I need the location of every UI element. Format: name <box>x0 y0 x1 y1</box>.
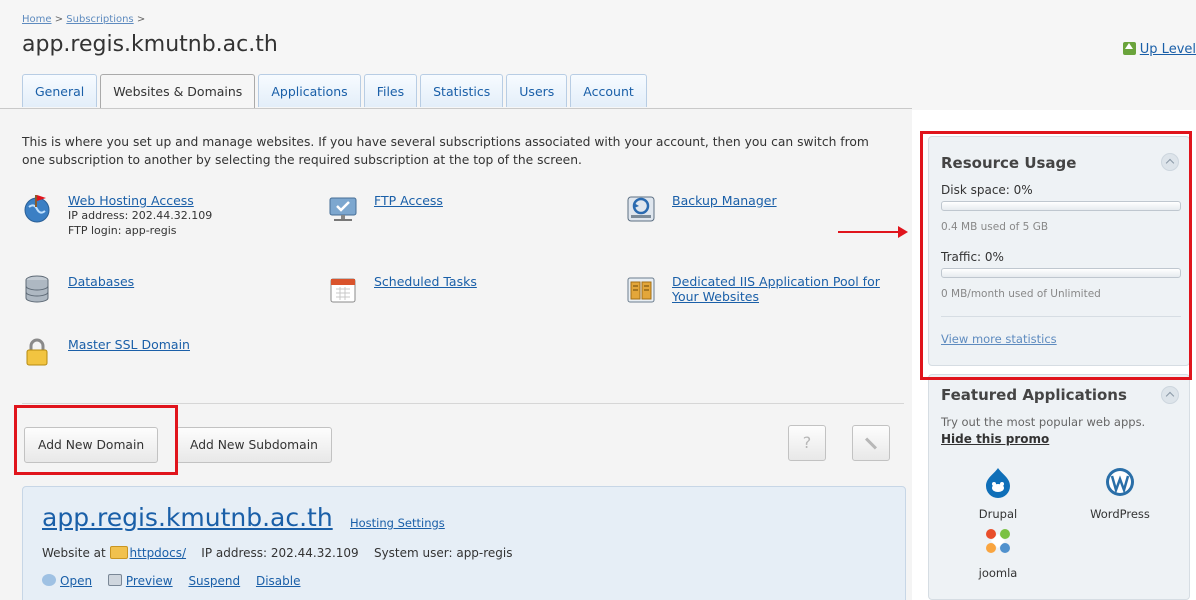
app-drupal[interactable]: Drupal <box>958 466 1038 521</box>
domain-name-link[interactable]: app.regis.kmutnb.ac.th <box>42 503 333 532</box>
app-label: WordPress <box>1090 507 1150 521</box>
drupal-icon <box>986 468 1010 498</box>
globe-flag-icon <box>24 195 50 223</box>
help-button[interactable]: ? <box>788 425 826 461</box>
collapse-icon[interactable] <box>1161 386 1179 404</box>
tab-general[interactable]: General <box>22 74 98 107</box>
featured-applications-title: Featured Applications <box>941 386 1127 404</box>
web-hosting-ftp-login: FTP login: app-regis <box>68 224 177 237</box>
website-at-label: Website at <box>42 546 106 560</box>
preview-link[interactable]: Preview <box>126 574 173 588</box>
scheduled-tasks-link[interactable]: Scheduled Tasks <box>374 274 477 304</box>
app-wordpress[interactable]: WordPress <box>1080 466 1160 521</box>
preview-icon <box>107 574 122 586</box>
tab-account[interactable]: Account <box>570 74 647 107</box>
app-joomla[interactable]: joomla <box>958 525 1038 580</box>
tab-statistics[interactable]: Statistics <box>420 74 504 107</box>
tool-databases: Databases <box>22 274 134 304</box>
annotation-box-resource-usage <box>920 131 1192 380</box>
tab-files[interactable]: Files <box>363 74 418 107</box>
hosting-settings-link[interactable]: Hosting Settings <box>350 516 445 530</box>
tool-web-hosting: Web Hosting Access IP address: 202.44.32… <box>22 193 212 238</box>
disable-link[interactable]: Disable <box>256 574 301 588</box>
wrench-icon <box>864 437 878 450</box>
section-divider <box>22 403 904 404</box>
lock-icon <box>26 338 48 366</box>
app-label: joomla <box>978 566 1018 580</box>
tool-scheduled-tasks: Scheduled Tasks <box>328 274 477 304</box>
dedicated-iis-pool-link[interactable]: Dedicated IIS Application Pool for Your … <box>672 274 902 304</box>
up-level-link[interactable]: Up Level <box>1140 42 1196 57</box>
backup-manager-link[interactable]: Backup Manager <box>672 193 777 223</box>
database-icon <box>25 275 49 303</box>
iis-pool-icon <box>627 277 655 303</box>
intro-text: This is where you set up and manage webs… <box>22 135 869 167</box>
annotation-box-add-domain <box>14 405 178 475</box>
ftp-access-link[interactable]: FTP Access <box>374 193 443 223</box>
breadcrumb-subscriptions-link[interactable]: Subscriptions <box>66 14 133 25</box>
breadcrumb-separator: > <box>136 14 146 25</box>
tool-ftp: FTP Access <box>328 193 443 223</box>
databases-link[interactable]: Databases <box>68 274 134 304</box>
hide-promo-link[interactable]: Hide this promo <box>941 432 1049 446</box>
breadcrumb: Home > Subscriptions > <box>22 14 145 25</box>
open-link[interactable]: Open <box>60 574 92 588</box>
web-hosting-ip: IP address: 202.44.32.109 <box>68 209 213 222</box>
domain-system-user: System user: app-regis <box>373 546 513 560</box>
tool-backup: Backup Manager <box>626 193 777 223</box>
annotation-arrow <box>838 226 908 238</box>
calendar-icon <box>330 278 356 303</box>
up-level-link-container[interactable]: Up Level <box>1122 42 1196 57</box>
page-title: app.regis.kmutnb.ac.th <box>22 32 278 57</box>
joomla-icon <box>986 529 1010 553</box>
main-panel: This is where you set up and manage webs… <box>0 108 912 600</box>
app-label: Drupal <box>978 507 1018 521</box>
featured-applications-panel: Featured Applications Try out the most p… <box>928 374 1190 600</box>
web-hosting-access-link[interactable]: Web Hosting Access <box>68 193 194 208</box>
backup-drive-icon <box>627 196 655 222</box>
suspend-link[interactable]: Suspend <box>188 574 240 588</box>
add-new-subdomain-button[interactable]: Add New Subdomain <box>176 427 332 463</box>
httpdocs-link[interactable]: httpdocs/ <box>130 546 186 560</box>
open-icon <box>42 574 56 586</box>
domain-actions: Open Preview Suspend Disable <box>42 574 312 588</box>
breadcrumb-home-link[interactable]: Home <box>22 14 52 25</box>
page-header: Home > Subscriptions > app.regis.kmutnb.… <box>0 0 1196 110</box>
wordpress-icon <box>1106 468 1134 496</box>
tab-bar: General Websites & Domains Applications … <box>22 74 650 109</box>
up-arrow-icon <box>1122 42 1136 55</box>
domain-card: app.regis.kmutnb.ac.th Hosting Settings … <box>22 486 906 600</box>
tab-applications[interactable]: Applications <box>258 74 361 107</box>
tab-websites-domains[interactable]: Websites & Domains <box>100 74 256 109</box>
tool-master-ssl: Master SSL Domain <box>22 337 190 367</box>
wrench-button[interactable] <box>852 425 890 461</box>
folder-icon <box>109 546 128 559</box>
featured-description: Try out the most popular web apps. <box>941 415 1146 429</box>
ftp-folder-icon <box>329 197 357 221</box>
tab-users[interactable]: Users <box>506 74 568 107</box>
breadcrumb-separator: > <box>54 14 64 25</box>
master-ssl-domain-link[interactable]: Master SSL Domain <box>68 337 190 367</box>
domain-ip: IP address: 202.44.32.109 <box>201 546 359 560</box>
tool-iis-pool: Dedicated IIS Application Pool for Your … <box>626 274 902 304</box>
domain-info: Website at httpdocs/ IP address: 202.44.… <box>42 546 513 560</box>
